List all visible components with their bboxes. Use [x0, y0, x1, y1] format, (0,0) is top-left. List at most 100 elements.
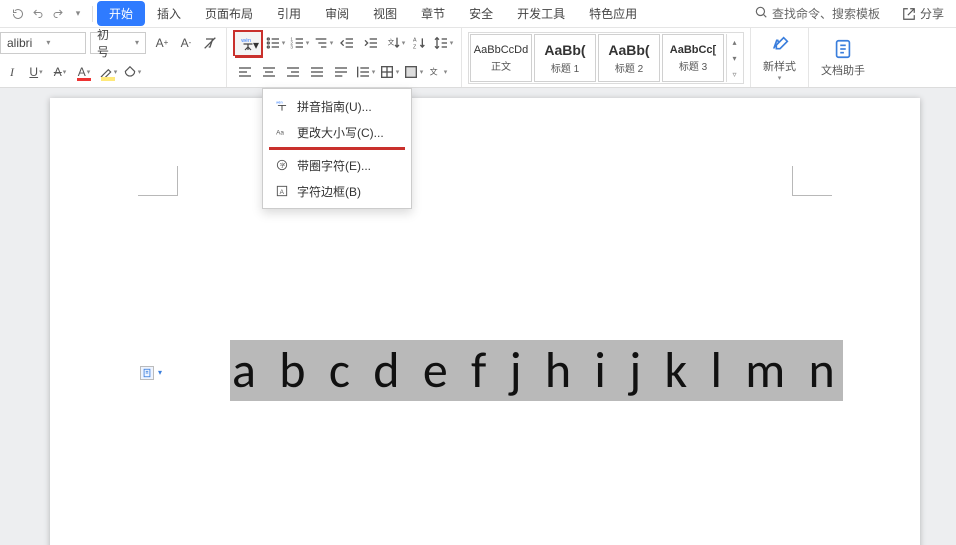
- annotation-underline: [269, 147, 405, 150]
- tab-view[interactable]: 视图: [361, 1, 409, 26]
- tab-safety[interactable]: 安全: [457, 1, 505, 26]
- svg-text:Z: Z: [413, 44, 417, 50]
- style-heading2[interactable]: AaBb( 标题 2: [598, 34, 660, 82]
- sort-button[interactable]: AZ: [408, 32, 430, 54]
- highlight-color-button[interactable]: ▾: [97, 61, 119, 83]
- style-label: 标题 1: [551, 60, 579, 75]
- tab-insert[interactable]: 插入: [145, 1, 193, 26]
- menu-pinyin-guide[interactable]: wén 拼音指南(U)...: [263, 93, 411, 119]
- italic-button[interactable]: I: [1, 61, 23, 83]
- search-placeholder: 查找命令、搜索模板: [772, 5, 880, 22]
- doc-assist-label: 文档助手: [821, 62, 865, 78]
- border-button[interactable]: ▾: [378, 61, 400, 83]
- menu-char-border[interactable]: A 字符边框(B): [263, 178, 411, 204]
- tab-layout[interactable]: 页面布局: [193, 1, 265, 26]
- margin-mark-top-right: [792, 166, 832, 196]
- style-preview: AaBbCc[: [670, 44, 716, 56]
- menu-label: 字符边框(B): [297, 183, 361, 200]
- menu-label: 带圈字符(E)...: [297, 157, 371, 174]
- paste-options-caret[interactable]: ▾: [158, 368, 162, 377]
- numbering-button[interactable]: 123▾: [288, 32, 310, 54]
- multilevel-list-button[interactable]: ▾: [312, 32, 334, 54]
- strikethrough-button[interactable]: A▾: [49, 61, 71, 83]
- undo-icon[interactable]: [31, 7, 45, 21]
- align-justify-button[interactable]: [306, 61, 328, 83]
- bullets-button[interactable]: ▾: [264, 32, 286, 54]
- svg-text:1: 1: [290, 36, 293, 41]
- styles-scroll-down[interactable]: ▾: [727, 50, 742, 66]
- paste-options-icon[interactable]: [140, 366, 154, 380]
- workspace: ▾ a b c d e f j h i j k l m n: [0, 88, 956, 545]
- align-right-button[interactable]: [282, 61, 304, 83]
- menu-enclosed-char[interactable]: 字 带圈字符(E)...: [263, 152, 411, 178]
- underline-button[interactable]: U▾: [25, 61, 47, 83]
- style-heading1[interactable]: AaBb( 标题 1: [534, 34, 596, 82]
- font-size-select[interactable]: 初号▾: [90, 32, 146, 54]
- refresh-icon[interactable]: [11, 7, 25, 21]
- menu-label: 更改大小写(C)...: [297, 124, 384, 141]
- change-case-icon: Aa: [273, 125, 291, 139]
- style-label: 标题 2: [615, 60, 643, 75]
- shading-button[interactable]: ▾: [121, 61, 143, 83]
- align-left-button[interactable]: [234, 61, 256, 83]
- line-spacing-button[interactable]: ▾: [432, 32, 454, 54]
- more-icon[interactable]: ▾: [71, 7, 85, 21]
- increase-indent-button[interactable]: [360, 32, 382, 54]
- doc-assist-group: 文档助手: [809, 28, 877, 87]
- tab-review[interactable]: 审阅: [313, 1, 361, 26]
- decrease-font-button[interactable]: A-: [175, 32, 197, 54]
- redo-icon[interactable]: [51, 7, 65, 21]
- clear-format-button[interactable]: [199, 32, 221, 54]
- document-page[interactable]: ▾ a b c d e f j h i j k l m n: [50, 98, 920, 545]
- decrease-indent-button[interactable]: [336, 32, 358, 54]
- style-preview: AaBb(: [608, 42, 649, 58]
- styles-scroll-up[interactable]: ▴: [727, 34, 742, 50]
- svg-text:wén: wén: [241, 38, 251, 44]
- paragraph-spacing-button[interactable]: ▾: [354, 61, 376, 83]
- style-normal[interactable]: AaBbCcDd 正文: [470, 34, 532, 82]
- new-style-label: 新样式: [763, 58, 796, 74]
- styles-expand[interactable]: ▿: [727, 66, 742, 82]
- enclosed-icon: 字: [273, 158, 291, 172]
- style-label: 正文: [491, 58, 511, 73]
- command-search[interactable]: 查找命令、搜索模板: [754, 5, 890, 22]
- new-style-button[interactable]: A 新样式 ▾: [755, 34, 804, 82]
- tab-special[interactable]: 特色应用: [577, 1, 649, 26]
- font-group: alibri▾ 初号▾ A+ A- I U▾ A▾ A▾ ▾ ▾: [0, 28, 227, 87]
- svg-text:3: 3: [290, 44, 293, 49]
- styles-group: AaBbCcDd 正文 AaBb( 标题 1 AaBb( 标题 2 AaBbCc…: [462, 28, 751, 87]
- selected-text[interactable]: a b c d e f j h i j k l m n: [230, 340, 843, 401]
- newstyle-group: A 新样式 ▾: [751, 28, 809, 87]
- phonetic-dropdown: wén 拼音指南(U)... Aa 更改大小写(C)... 字 带圈字符(E).…: [262, 88, 412, 209]
- doc-assistant-button[interactable]: 文档助手: [813, 38, 873, 78]
- tab-dev[interactable]: 开发工具: [505, 1, 577, 26]
- text-direction-button[interactable]: 文▾: [384, 32, 406, 54]
- menu-change-case[interactable]: Aa 更改大小写(C)...: [263, 119, 411, 145]
- tab-chapter[interactable]: 章节: [409, 1, 457, 26]
- distribute-button[interactable]: [330, 61, 352, 83]
- tab-start[interactable]: 开始: [97, 1, 145, 26]
- search-icon: [754, 5, 768, 22]
- svg-text:Aa: Aa: [276, 129, 284, 136]
- align-center-button[interactable]: [258, 61, 280, 83]
- shading-para-button[interactable]: ▾: [402, 61, 424, 83]
- svg-text:文: 文: [429, 67, 437, 77]
- share-button[interactable]: 分享: [890, 5, 956, 22]
- tabs-button[interactable]: 文▾: [426, 61, 448, 83]
- svg-text:字: 字: [280, 161, 286, 169]
- font-family-select[interactable]: alibri▾: [0, 32, 86, 54]
- char-border-icon: A: [273, 184, 291, 198]
- style-label: 标题 3: [679, 58, 707, 73]
- menu-label: 拼音指南(U)...: [297, 98, 372, 115]
- phonetic-guide-button[interactable]: wén ▾: [233, 30, 263, 56]
- increase-font-button[interactable]: A+: [151, 32, 173, 54]
- margin-mark-top-left: [138, 166, 178, 196]
- tab-ref[interactable]: 引用: [265, 1, 313, 26]
- font-color-button[interactable]: A▾: [73, 61, 95, 83]
- style-heading3[interactable]: AaBbCc[ 标题 3: [662, 34, 724, 82]
- font-family-value: alibri: [7, 36, 32, 50]
- svg-text:2: 2: [290, 40, 293, 45]
- separator: [92, 6, 93, 22]
- ribbon: alibri▾ 初号▾ A+ A- I U▾ A▾ A▾ ▾ ▾ wén ▾ ▾: [0, 28, 956, 88]
- menubar: ▾ 开始 插入 页面布局 引用 审阅 视图 章节 安全 开发工具 特色应用 查找…: [0, 0, 956, 28]
